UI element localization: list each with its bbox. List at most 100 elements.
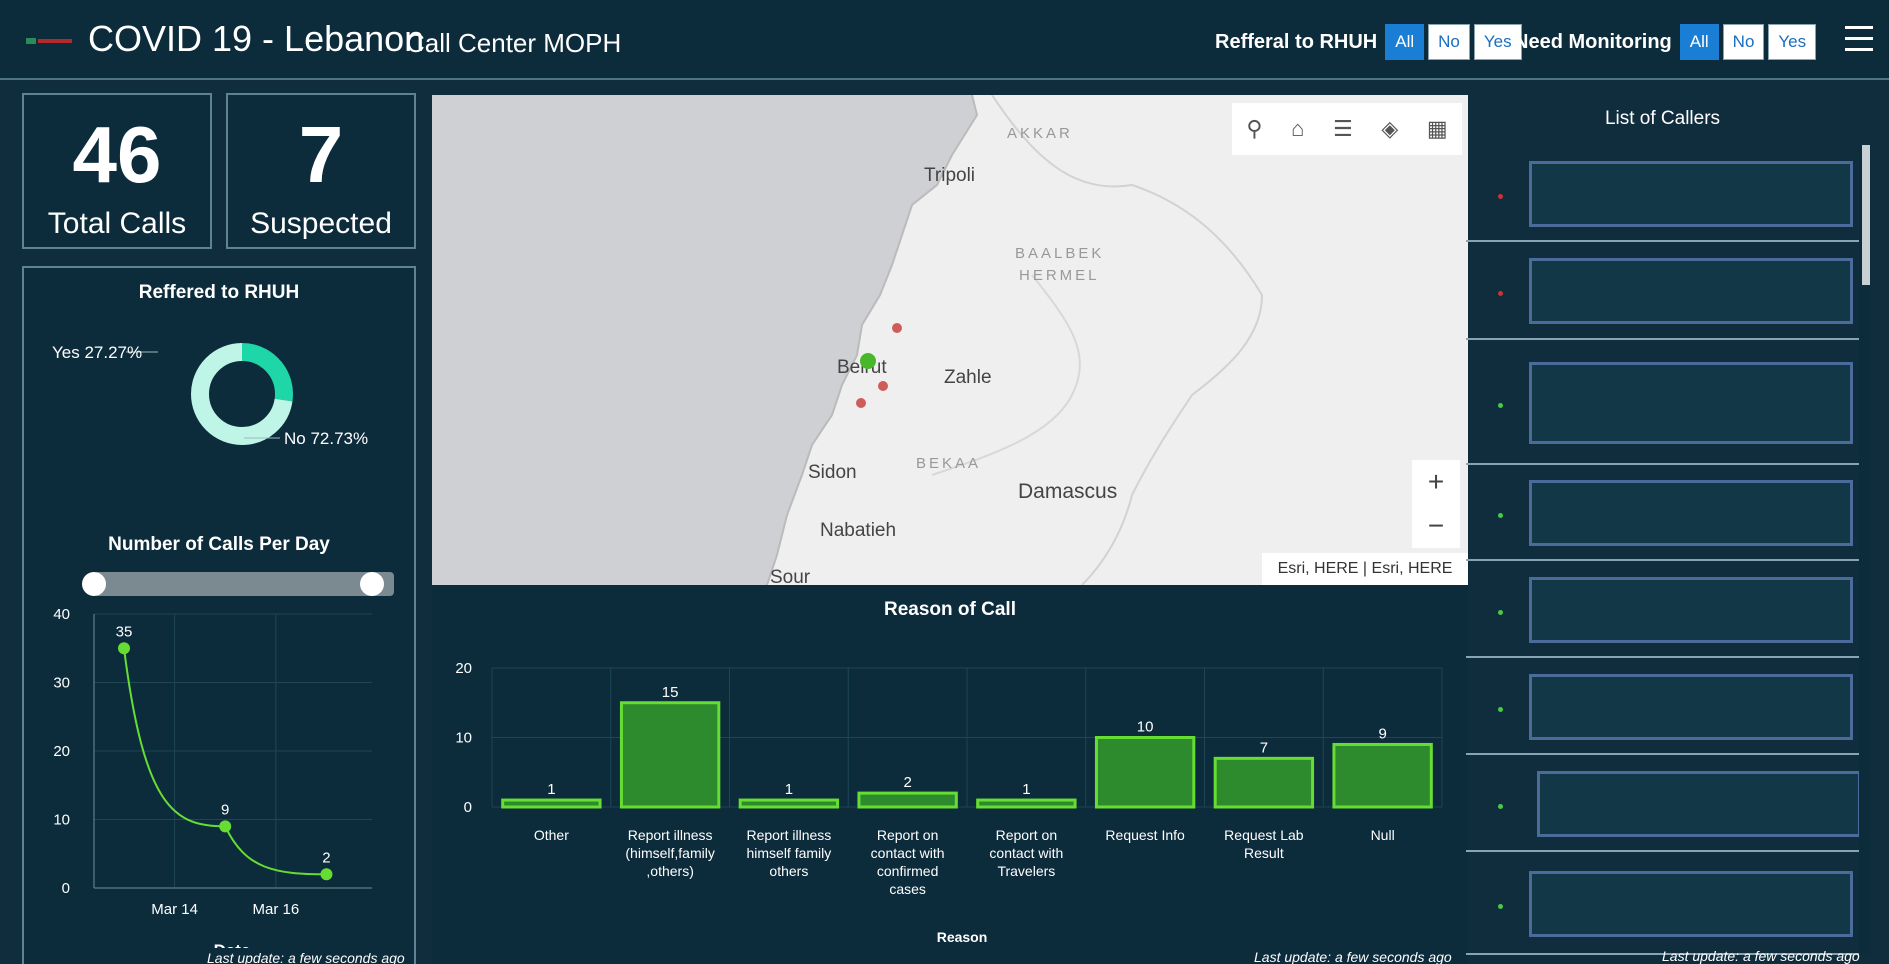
- bar-category-label: Request Lab: [1224, 827, 1304, 843]
- bar-1: [619, 701, 721, 809]
- referral-filter-label: Refferal to RHUH: [1215, 30, 1378, 53]
- bar-category-label: Result: [1244, 845, 1284, 861]
- caller-card[interactable]: [1529, 362, 1853, 444]
- bar-category-label: contact with: [871, 845, 945, 861]
- caller-row[interactable]: [1466, 561, 1859, 658]
- bar-data-label: 15: [662, 684, 679, 701]
- referral-filter-all-button[interactable]: All: [1385, 24, 1425, 60]
- bar-data-label: 1: [785, 781, 793, 798]
- bar-6: [1213, 756, 1315, 809]
- caller-status-dot: [1498, 707, 1503, 712]
- bar-5: [1094, 736, 1196, 809]
- bar-data-label: 1: [1022, 781, 1030, 798]
- map-toolbar: ⚲ ⌂ ☰ ◈ ▦: [1232, 103, 1462, 155]
- suspected-card: 7 Suspected: [226, 93, 416, 249]
- left-charts-panel: Reffered to RHUH Yes 27.27% No 72.73% Nu…: [22, 266, 416, 964]
- caller-card[interactable]: [1529, 577, 1853, 643]
- region-hermel: HERMEL: [1019, 267, 1100, 284]
- date-range-slider-right-handle[interactable]: [360, 572, 384, 596]
- bar-category-label: Report on: [877, 827, 938, 843]
- caller-status-dot: [1498, 804, 1503, 809]
- map-point-red[interactable]: [878, 381, 888, 391]
- line-y-tick-label: 0: [62, 880, 70, 897]
- map-attribution: Esri, HERE | Esri, HERE: [1262, 553, 1468, 585]
- caller-row[interactable]: [1466, 145, 1859, 242]
- map-point-green[interactable]: [860, 353, 876, 369]
- region-akkar: AKKAR: [1007, 125, 1073, 142]
- callers-last-update: Last update: a few seconds ago: [1662, 948, 1860, 964]
- map-point-red[interactable]: [892, 323, 902, 333]
- reason-last-update: Last update: a few seconds ago: [1254, 949, 1452, 964]
- reason-of-call-panel: Reason of Call 0 10 20 1 Other 15 Report illn…: [432, 585, 1468, 964]
- referral-filter: Refferal to RHUH All No Yes: [1215, 24, 1526, 60]
- caller-card[interactable]: [1529, 480, 1853, 546]
- line-data-label: 9: [221, 801, 229, 818]
- monitoring-filter-yes-button[interactable]: Yes: [1768, 24, 1817, 60]
- caller-row[interactable]: [1466, 658, 1859, 755]
- legend-icon[interactable]: ☰: [1333, 116, 1353, 142]
- caller-row[interactable]: [1466, 755, 1861, 852]
- referred-donut-chart: Yes 27.27% No 72.73%: [52, 343, 368, 448]
- bar-category-label: Report illness: [628, 827, 713, 843]
- qr-code-icon[interactable]: ▦: [1427, 116, 1448, 142]
- bar-category-label: contact with: [989, 845, 1063, 861]
- bar-data-label: 9: [1378, 725, 1386, 742]
- line-data-point: [320, 868, 333, 881]
- caller-card[interactable]: [1529, 258, 1853, 324]
- bar-3: [857, 791, 958, 809]
- referral-filter-no-button[interactable]: No: [1428, 24, 1470, 60]
- caller-card[interactable]: [1537, 771, 1861, 837]
- callers-scroll-thumb[interactable]: [1862, 145, 1870, 285]
- zoom-in-button[interactable]: +: [1412, 460, 1460, 504]
- layers-icon[interactable]: ◈: [1381, 116, 1398, 142]
- line-y-tick-label: 20: [53, 743, 70, 760]
- line-y-tick-label: 10: [53, 812, 70, 829]
- bar-category-label: Other: [534, 827, 569, 843]
- monitoring-filter-no-button[interactable]: No: [1722, 24, 1765, 60]
- bar-data-label: 2: [903, 774, 911, 791]
- caller-row[interactable]: [1466, 852, 1859, 955]
- line-chart-grid: [94, 613, 372, 889]
- calls-per-day-chart: 0 10 20 30 40 Mar 14 Mar 16 35 9 2 Date: [53, 572, 394, 948]
- zoom-out-button[interactable]: −: [1412, 504, 1460, 548]
- bar-category-label: ,others): [646, 863, 693, 879]
- search-icon[interactable]: ⚲: [1246, 116, 1262, 142]
- referred-chart-title: Reffered to RHUH: [138, 282, 300, 303]
- line-data-label: 2: [322, 849, 330, 866]
- city-sidon: Sidon: [808, 462, 857, 483]
- total-calls-label: Total Calls: [47, 207, 187, 240]
- bar-category-label: (himself,family: [625, 845, 714, 861]
- monitoring-filter: Need Monitoring All No Yes: [1514, 24, 1820, 60]
- bar-data-label: 7: [1260, 739, 1268, 756]
- caller-row[interactable]: [1466, 465, 1859, 561]
- date-range-slider-left-handle[interactable]: [82, 572, 106, 596]
- date-range-slider-track[interactable]: [94, 572, 394, 596]
- line-data-point: [118, 642, 130, 655]
- map-point-red[interactable]: [856, 398, 866, 408]
- suspected-value: 7: [298, 110, 344, 199]
- total-calls-value: 46: [72, 110, 162, 199]
- monitoring-filter-all-button[interactable]: All: [1679, 24, 1719, 60]
- callers-list[interactable]: [1466, 95, 1861, 955]
- city-sour: Sour: [770, 567, 811, 585]
- caller-card[interactable]: [1529, 871, 1853, 937]
- monitoring-filter-label: Need Monitoring: [1514, 30, 1672, 53]
- caller-card[interactable]: [1529, 161, 1853, 227]
- city-damascus: Damascus: [1018, 480, 1118, 503]
- menu-icon[interactable]: [1845, 26, 1873, 54]
- zoom-controls: + −: [1412, 460, 1460, 548]
- bar-7: [1332, 742, 1433, 809]
- donut-slices: [191, 343, 293, 445]
- app-subtitle: Call Center MOPH: [406, 28, 622, 58]
- caller-row[interactable]: [1466, 242, 1859, 340]
- lebanon-map[interactable]: AKKAR Tripoli BAALBEK HERMEL Beirut Zahl…: [432, 95, 1468, 585]
- caller-row[interactable]: [1466, 340, 1859, 465]
- bar-data-label: 1: [547, 781, 555, 798]
- bar-category-label: others: [769, 863, 808, 879]
- home-icon[interactable]: ⌂: [1291, 116, 1304, 142]
- calls-per-day-last-update: Last update: a few seconds ago: [207, 950, 405, 964]
- app-title: COVID 19 - Lebanon: [88, 18, 425, 59]
- bar-2: [738, 798, 840, 809]
- caller-card[interactable]: [1529, 674, 1853, 740]
- caller-status-dot: [1498, 194, 1503, 199]
